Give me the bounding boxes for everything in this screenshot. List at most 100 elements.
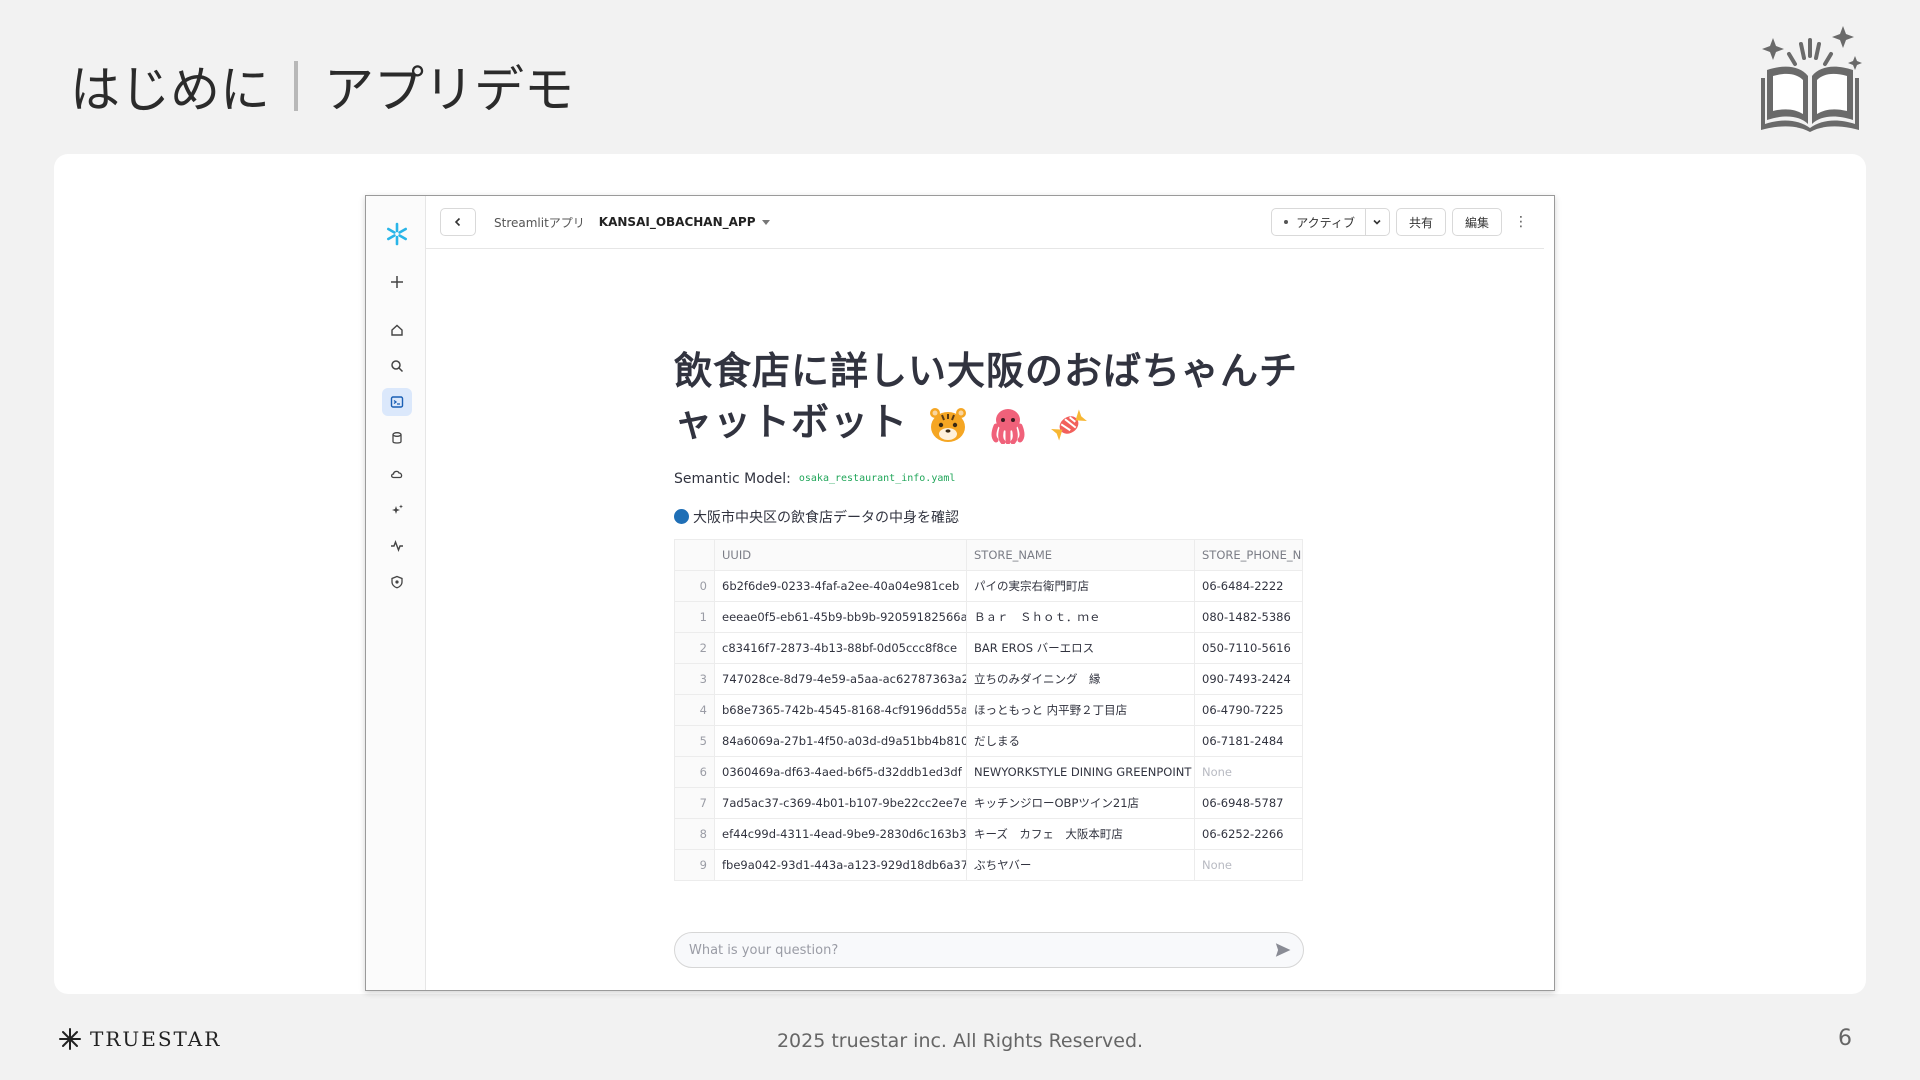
row-index[interactable]: 5 (674, 724, 715, 757)
table-cell[interactable]: ぶちヤバー (966, 848, 1195, 881)
table-row[interactable]: 4 b68e7365-742b-4545-8168-4cf9196dd55a ほっと… (674, 693, 1303, 726)
column-header[interactable]: STORE_NAME (966, 538, 1195, 571)
edit-button[interactable]: 編集 (1451, 208, 1502, 236)
question-input[interactable] (689, 942, 1275, 958)
table-cell[interactable]: b68e7365-742b-4545-8168-4cf9196dd55a (714, 693, 967, 726)
table-row[interactable]: 9 fbe9a042-93d1-443a-a123-929d18db6a37 ぶちヤ… (674, 848, 1303, 881)
home-icon[interactable] (382, 316, 412, 344)
row-index[interactable]: 4 (674, 693, 715, 726)
copyright-text: 2025 truestar inc. All Rights Reserved. (776, 1030, 1144, 1052)
semantic-model-file: osaka_restaurant_info.yaml (798, 473, 956, 485)
table-cell[interactable]: ほっともっと 内平野２丁目店 (966, 693, 1195, 726)
table-cell[interactable]: None (1194, 848, 1303, 881)
breadcrumb[interactable]: Streamlitアプリ (494, 214, 585, 231)
app-title-line2: ャットボット (674, 400, 909, 445)
data-notice: 大阪市中央区の飲食店データの中身を確認 (674, 507, 1314, 527)
row-index[interactable]: 2 (674, 631, 715, 664)
table-cell[interactable]: c83416f7-2873-4b13-88bf-0d05ccc8f8ce (714, 631, 967, 664)
chat-input[interactable] (674, 932, 1304, 968)
activity-icon[interactable] (382, 532, 412, 560)
shield-icon[interactable] (382, 568, 412, 596)
table-cell[interactable]: パイの実宗右衛門町店 (966, 569, 1195, 602)
row-index[interactable]: 6 (674, 755, 715, 788)
cloud-icon[interactable] (382, 460, 412, 488)
app-window: Streamlitアプリ KANSAI_OBACHAN_APP アクティブ 共有… (365, 195, 1555, 991)
plus-icon[interactable] (382, 268, 412, 296)
status-selector[interactable]: アクティブ (1271, 208, 1390, 236)
table-cell[interactable]: NEWYORKSTYLE DINING GREENPOINT (966, 755, 1195, 788)
row-index[interactable]: 0 (674, 569, 715, 602)
more-options-icon[interactable]: ⋮ (1508, 208, 1534, 236)
snowflake-logo-icon[interactable] (382, 220, 412, 248)
table-cell[interactable]: BAR EROS バーエロス (966, 631, 1195, 664)
table-cell[interactable]: eeeae0f5-eb61-45b9-bb9b-92059182566a (714, 600, 967, 633)
slide-title-topic: アプリデモ (324, 61, 574, 119)
app-main: 飲食店に詳しい大阪のおばちゃんチ ャットボット Semantic Model: … (674, 346, 1314, 881)
table-cell[interactable]: fbe9a042-93d1-443a-a123-929d18db6a37 (714, 848, 967, 881)
title-separator (294, 61, 298, 111)
row-index[interactable]: 1 (674, 600, 715, 633)
chevron-left-icon (454, 217, 461, 227)
send-icon[interactable] (1275, 942, 1291, 958)
app-name[interactable]: KANSAI_OBACHAN_APP (599, 215, 756, 229)
open-book-sparkle-icon (1761, 26, 1862, 132)
left-nav-rail (366, 196, 426, 990)
row-index[interactable]: 3 (674, 662, 715, 695)
back-button[interactable] (440, 208, 476, 236)
search-icon[interactable] (382, 352, 412, 380)
table-cell[interactable]: 7ad5ac37-c369-4b01-b107-9be22cc2ee7e (714, 786, 967, 819)
dataframe-table[interactable]: UUID STORE_NAME STORE_PHONE_N 0 6b2f6de9-… (674, 538, 1303, 881)
table-header-row: UUID STORE_NAME STORE_PHONE_N (674, 538, 1303, 571)
blue-circle-icon (674, 509, 689, 525)
table-cell[interactable]: 090-7493-2424 (1194, 662, 1303, 695)
table-cell[interactable]: 06-6252-2266 (1194, 817, 1303, 850)
database-icon[interactable] (382, 424, 412, 452)
data-notice-text: 大阪市中央区の飲食店データの中身を確認 (693, 509, 959, 526)
caret-down-icon[interactable] (761, 219, 770, 225)
table-cell[interactable]: 06-6484-2222 (1194, 569, 1303, 602)
terminal-icon[interactable] (382, 388, 412, 416)
column-header[interactable]: STORE_PHONE_N (1194, 538, 1303, 571)
table-cell[interactable]: 84a6069a-27b1-4f50-a03d-d9a51bb4b810 (714, 724, 967, 757)
table-cell[interactable]: キーズ カフェ 大阪本町店 (966, 817, 1195, 850)
table-cell[interactable]: 06-6948-5787 (1194, 786, 1303, 819)
table-cell[interactable]: ef44c99d-4311-4ead-9be9-2830d6c163b3 (714, 817, 967, 850)
table-row[interactable]: 0 6b2f6de9-0233-4faf-a2ee-40a04e981ceb パイの… (674, 569, 1303, 602)
table-cell[interactable]: 立ちのみダイニング 縁 (966, 662, 1195, 695)
slide-title-section: はじめに (70, 61, 270, 119)
table-row[interactable]: 8 ef44c99d-4311-4ead-9be9-2830d6c163b3 キーズ… (674, 817, 1303, 850)
app-title-line1: 飲食店に詳しい大阪のおばちゃんチ (674, 349, 1299, 393)
row-index[interactable]: 8 (674, 817, 715, 850)
sparkle-icon[interactable] (382, 496, 412, 524)
table-cell[interactable]: 747028ce-8d79-4e59-a5aa-ac62787363a2 (714, 662, 967, 695)
table-cell[interactable]: キッチンジローOBPツイン21店 (966, 786, 1195, 819)
app-title: 飲食店に詳しい大阪のおばちゃんチ ャットボット (674, 346, 1314, 449)
chevron-down-icon[interactable] (1364, 209, 1389, 235)
table-cell[interactable]: 6b2f6de9-0233-4faf-a2ee-40a04e981ceb (714, 569, 967, 602)
tiger-face-emoji (930, 407, 967, 442)
table-cell[interactable]: 0360469a-df63-4aed-b6f5-d32ddb1ed3df (714, 755, 967, 788)
table-row[interactable]: 5 84a6069a-27b1-4f50-a03d-d9a51bb4b810 だしま… (674, 724, 1303, 757)
share-button[interactable]: 共有 (1395, 208, 1446, 236)
table-cell[interactable]: Ｂａｒ Ｓｈｏｔ．ｍｅ (966, 600, 1195, 633)
table-row[interactable]: 2 c83416f7-2873-4b13-88bf-0d05ccc8f8ce BAR… (674, 631, 1303, 664)
column-header[interactable] (674, 538, 715, 571)
column-header[interactable]: UUID (714, 538, 967, 571)
table-cell[interactable]: 06-4790-7225 (1194, 693, 1303, 726)
semantic-model-row: Semantic Model: osaka_restaurant_info.ya… (674, 471, 1314, 487)
octopus-emoji (991, 408, 1025, 444)
table-row[interactable]: 6 0360469a-df63-4aed-b6f5-d32ddb1ed3df NEW… (674, 755, 1303, 788)
page-number: 6 (1838, 1026, 1852, 1051)
row-index[interactable]: 7 (674, 786, 715, 819)
table-row[interactable]: 3 747028ce-8d79-4e59-a5aa-ac62787363a2 立ちの… (674, 662, 1303, 695)
table-cell[interactable]: 080-1482-5386 (1194, 600, 1303, 633)
semantic-model-label: Semantic Model: (674, 470, 791, 487)
table-cell[interactable]: だしまる (966, 724, 1195, 757)
table-cell[interactable]: 06-7181-2484 (1194, 724, 1303, 757)
table-row[interactable]: 7 7ad5ac37-c369-4b01-b107-9be22cc2ee7e キッチ… (674, 786, 1303, 819)
table-row[interactable]: 1 eeeae0f5-eb61-45b9-bb9b-92059182566a Ｂａｒ… (674, 600, 1303, 633)
table-cell[interactable]: None (1194, 755, 1303, 788)
status-dot-icon (1284, 220, 1289, 224)
row-index[interactable]: 9 (674, 848, 715, 881)
table-cell[interactable]: 050-7110-5616 (1194, 631, 1303, 664)
